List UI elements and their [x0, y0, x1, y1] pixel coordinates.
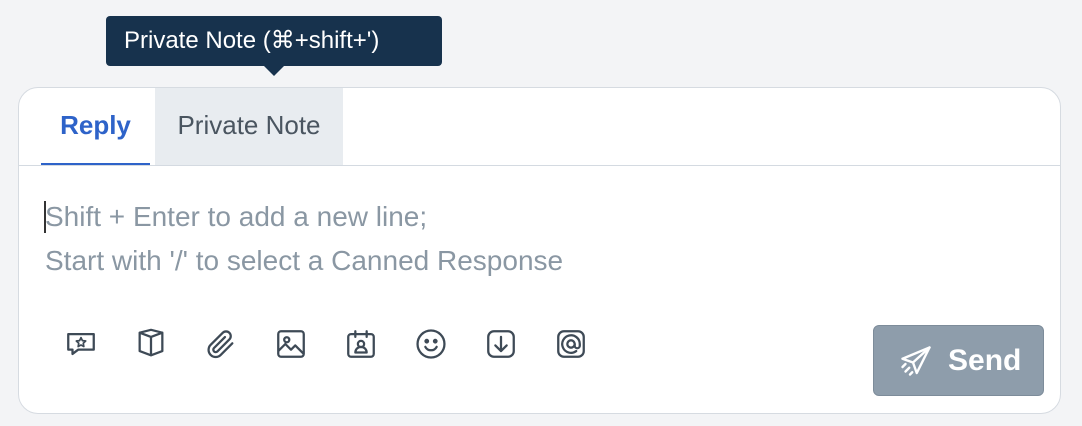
download-icon[interactable] — [481, 324, 521, 364]
editor-placeholder-line-2: Start with '/' to select a Canned Respon… — [45, 245, 564, 276]
tab-private-note[interactable]: Private Note — [155, 88, 343, 165]
at-mention-icon[interactable] — [551, 324, 591, 364]
send-button[interactable]: Send — [873, 325, 1044, 396]
star-message-icon[interactable] — [61, 324, 101, 364]
tooltip-arrow — [264, 66, 284, 76]
tab-reply[interactable]: Reply — [41, 88, 150, 165]
message-editor[interactable]: Shift + Enter to add a new line; Start w… — [45, 195, 563, 283]
send-button-label: Send — [948, 343, 1022, 377]
editor-placeholder-line-1: Shift + Enter to add a new line; — [45, 201, 428, 232]
private-note-tooltip: Private Note (⌘+shift+') — [106, 16, 442, 66]
image-icon[interactable] — [271, 324, 311, 364]
emoji-icon[interactable] — [411, 324, 451, 364]
book-icon[interactable] — [131, 324, 171, 364]
composer-tabs: Reply Private Note — [19, 88, 1060, 166]
reply-composer: Reply Private Note Shift + Enter to add … — [18, 87, 1061, 414]
calendar-user-icon[interactable] — [341, 324, 381, 364]
paperclip-icon[interactable] — [201, 324, 241, 364]
paper-plane-icon — [901, 345, 931, 376]
